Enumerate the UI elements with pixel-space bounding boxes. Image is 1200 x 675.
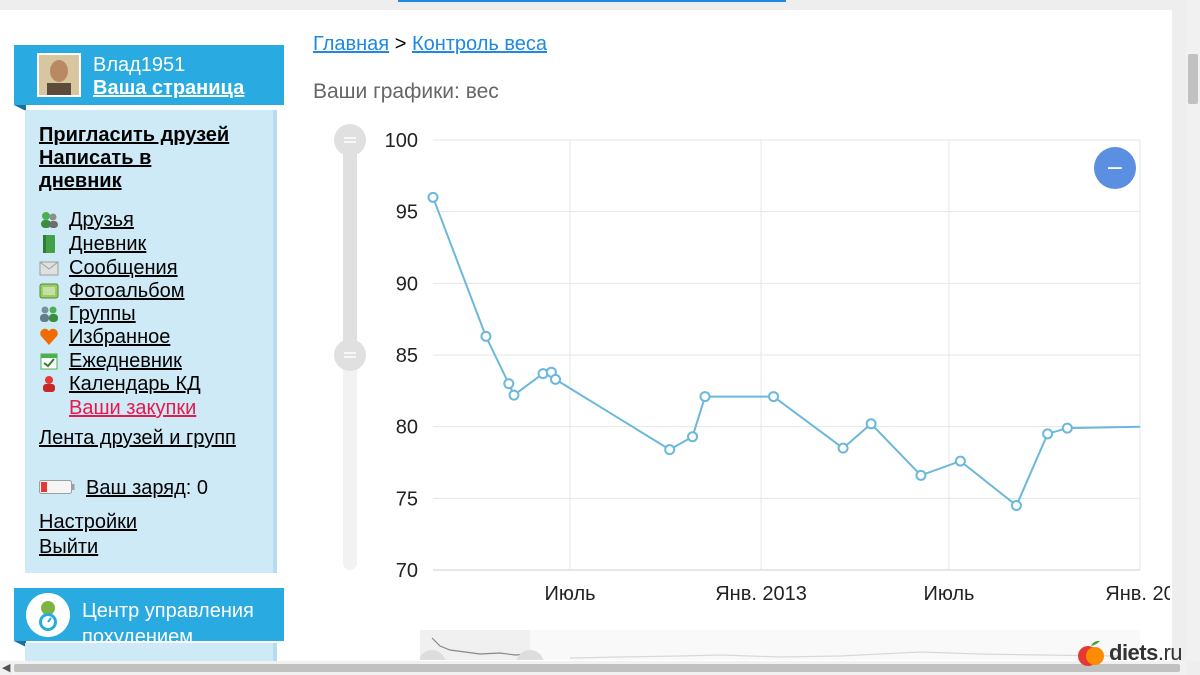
calendar-kd-icon <box>43 376 55 392</box>
data-point <box>1042 428 1054 440</box>
diary-icon <box>43 235 55 253</box>
watermark-text: diets.ru <box>1109 640 1183 666</box>
data-point <box>480 330 492 342</box>
invite-friends-link[interactable]: Пригласить друзей <box>39 124 229 147</box>
y-tick-label: 70 <box>396 560 418 582</box>
slider-handle-top[interactable] <box>334 124 366 156</box>
write-diary-link[interactable]: Написать в дневник <box>39 147 239 193</box>
username: Влад1951 <box>93 54 186 76</box>
x-tick-label: Июль <box>923 583 974 605</box>
horizontal-scrollbar[interactable]: ◀ <box>0 661 1186 675</box>
series-line <box>432 196 1141 508</box>
watermark-tld: .ru <box>1157 640 1183 665</box>
settings-link[interactable]: Настройки <box>39 511 137 534</box>
feed-link[interactable]: Лента друзей и групп <box>39 427 236 450</box>
data-point <box>508 389 520 401</box>
data-point <box>687 431 699 443</box>
x-axis-ticks: Июль Янв. 2013 Июль Янв. 20 <box>545 583 1170 605</box>
horizontal-scroll-thumb[interactable] <box>14 664 1180 672</box>
data-point <box>1061 422 1073 434</box>
y-tick-label: 95 <box>396 202 418 224</box>
top-strip <box>0 0 1172 10</box>
planner-icon <box>40 353 58 370</box>
battery-icon <box>39 480 75 494</box>
apple-logo-icon <box>1078 640 1104 666</box>
data-points <box>427 191 1073 511</box>
sidebar-item-label: Ежедневник <box>69 350 182 372</box>
sidebar-item-label: Календарь КД <box>69 373 201 395</box>
y-tick-label: 80 <box>396 417 418 439</box>
data-point <box>954 455 966 467</box>
x-tick-label: Янв. 2013 <box>715 583 807 605</box>
sidebar-item-label: Фотоальбом <box>69 280 185 302</box>
heart-icon <box>40 328 58 345</box>
data-point <box>550 373 562 385</box>
sidebar-item-label: Ваши закупки <box>69 397 197 419</box>
data-point <box>768 391 780 403</box>
messages-icon <box>39 261 59 276</box>
watermark: diets.ru <box>1076 636 1198 670</box>
y-range-slider[interactable] <box>334 124 366 570</box>
sidebar-item-label: Группы <box>69 303 136 325</box>
avatar-image <box>39 55 79 95</box>
y-axis-ticks: 70 75 80 85 90 95 100 <box>385 130 418 582</box>
data-point <box>915 469 927 481</box>
minus-icon: − <box>1106 156 1124 181</box>
slider-range <box>343 140 357 355</box>
data-point <box>503 378 515 390</box>
y-tick-label: 90 <box>396 273 418 295</box>
breadcrumb-home-link[interactable]: Главная <box>313 33 389 55</box>
vertical-scroll-thumb[interactable] <box>1188 54 1198 104</box>
charge-link[interactable]: Ваш заряд <box>86 477 186 499</box>
vertical-scrollbar[interactable] <box>1186 0 1200 661</box>
data-point <box>865 418 877 430</box>
photo-album-icon <box>39 283 59 299</box>
top-link-underline[interactable] <box>398 0 786 2</box>
groups-icon <box>40 306 58 322</box>
timeline-navigator[interactable] <box>420 630 1140 660</box>
sidebar-item-label: Дневник <box>69 233 147 255</box>
charge-value: : 0 <box>185 477 209 499</box>
zoom-out-button[interactable]: − <box>1094 147 1136 189</box>
friends-icon <box>41 212 58 228</box>
user-header: Влад1951 Ваша страница <box>14 45 284 111</box>
y-tick-label: 100 <box>385 130 418 152</box>
breadcrumb: Главная > Контроль веса <box>313 33 547 56</box>
avatar[interactable] <box>37 53 81 97</box>
weight-loss-center-header[interactable]: Центр управления похудением <box>14 588 284 648</box>
data-point <box>664 444 676 456</box>
data-point <box>837 442 849 454</box>
breadcrumb-current-link[interactable]: Контроль веса <box>412 33 547 55</box>
sidebar-menu: Пригласить друзей Написать в дневник Дру… <box>25 110 277 573</box>
x-tick-label: Янв. 20 <box>1105 583 1170 605</box>
y-tick-label: 75 <box>396 488 418 510</box>
data-point <box>427 191 439 203</box>
weight-chart: 70 75 80 85 90 95 100 Июль Янв. 2013 Июль Янв. 20… <box>334 124 1170 605</box>
sidebar-item-label: Друзья <box>69 209 134 231</box>
page-title: Ваши графики: вес <box>313 80 499 103</box>
y-tick-label: 85 <box>396 345 418 367</box>
charge-status: Ваш заряд: 0 <box>86 477 208 500</box>
scroll-left-icon[interactable]: ◀ <box>2 661 10 674</box>
x-tick-label: Июль <box>545 583 596 605</box>
breadcrumb-separator: > <box>394 33 407 55</box>
logout-link[interactable]: Выйти <box>39 536 98 559</box>
data-point <box>699 391 711 403</box>
sidebar-item-label: Избранное <box>69 326 171 348</box>
sidebar-item-label: Сообщения <box>69 257 178 279</box>
slider-handle-bottom[interactable] <box>334 339 366 371</box>
my-page-link[interactable]: Ваша страница <box>93 77 244 100</box>
watermark-name: diets <box>1109 640 1158 665</box>
data-point <box>1010 500 1022 511</box>
scale-apple-icon <box>26 593 70 637</box>
chart-grid <box>433 139 1141 571</box>
